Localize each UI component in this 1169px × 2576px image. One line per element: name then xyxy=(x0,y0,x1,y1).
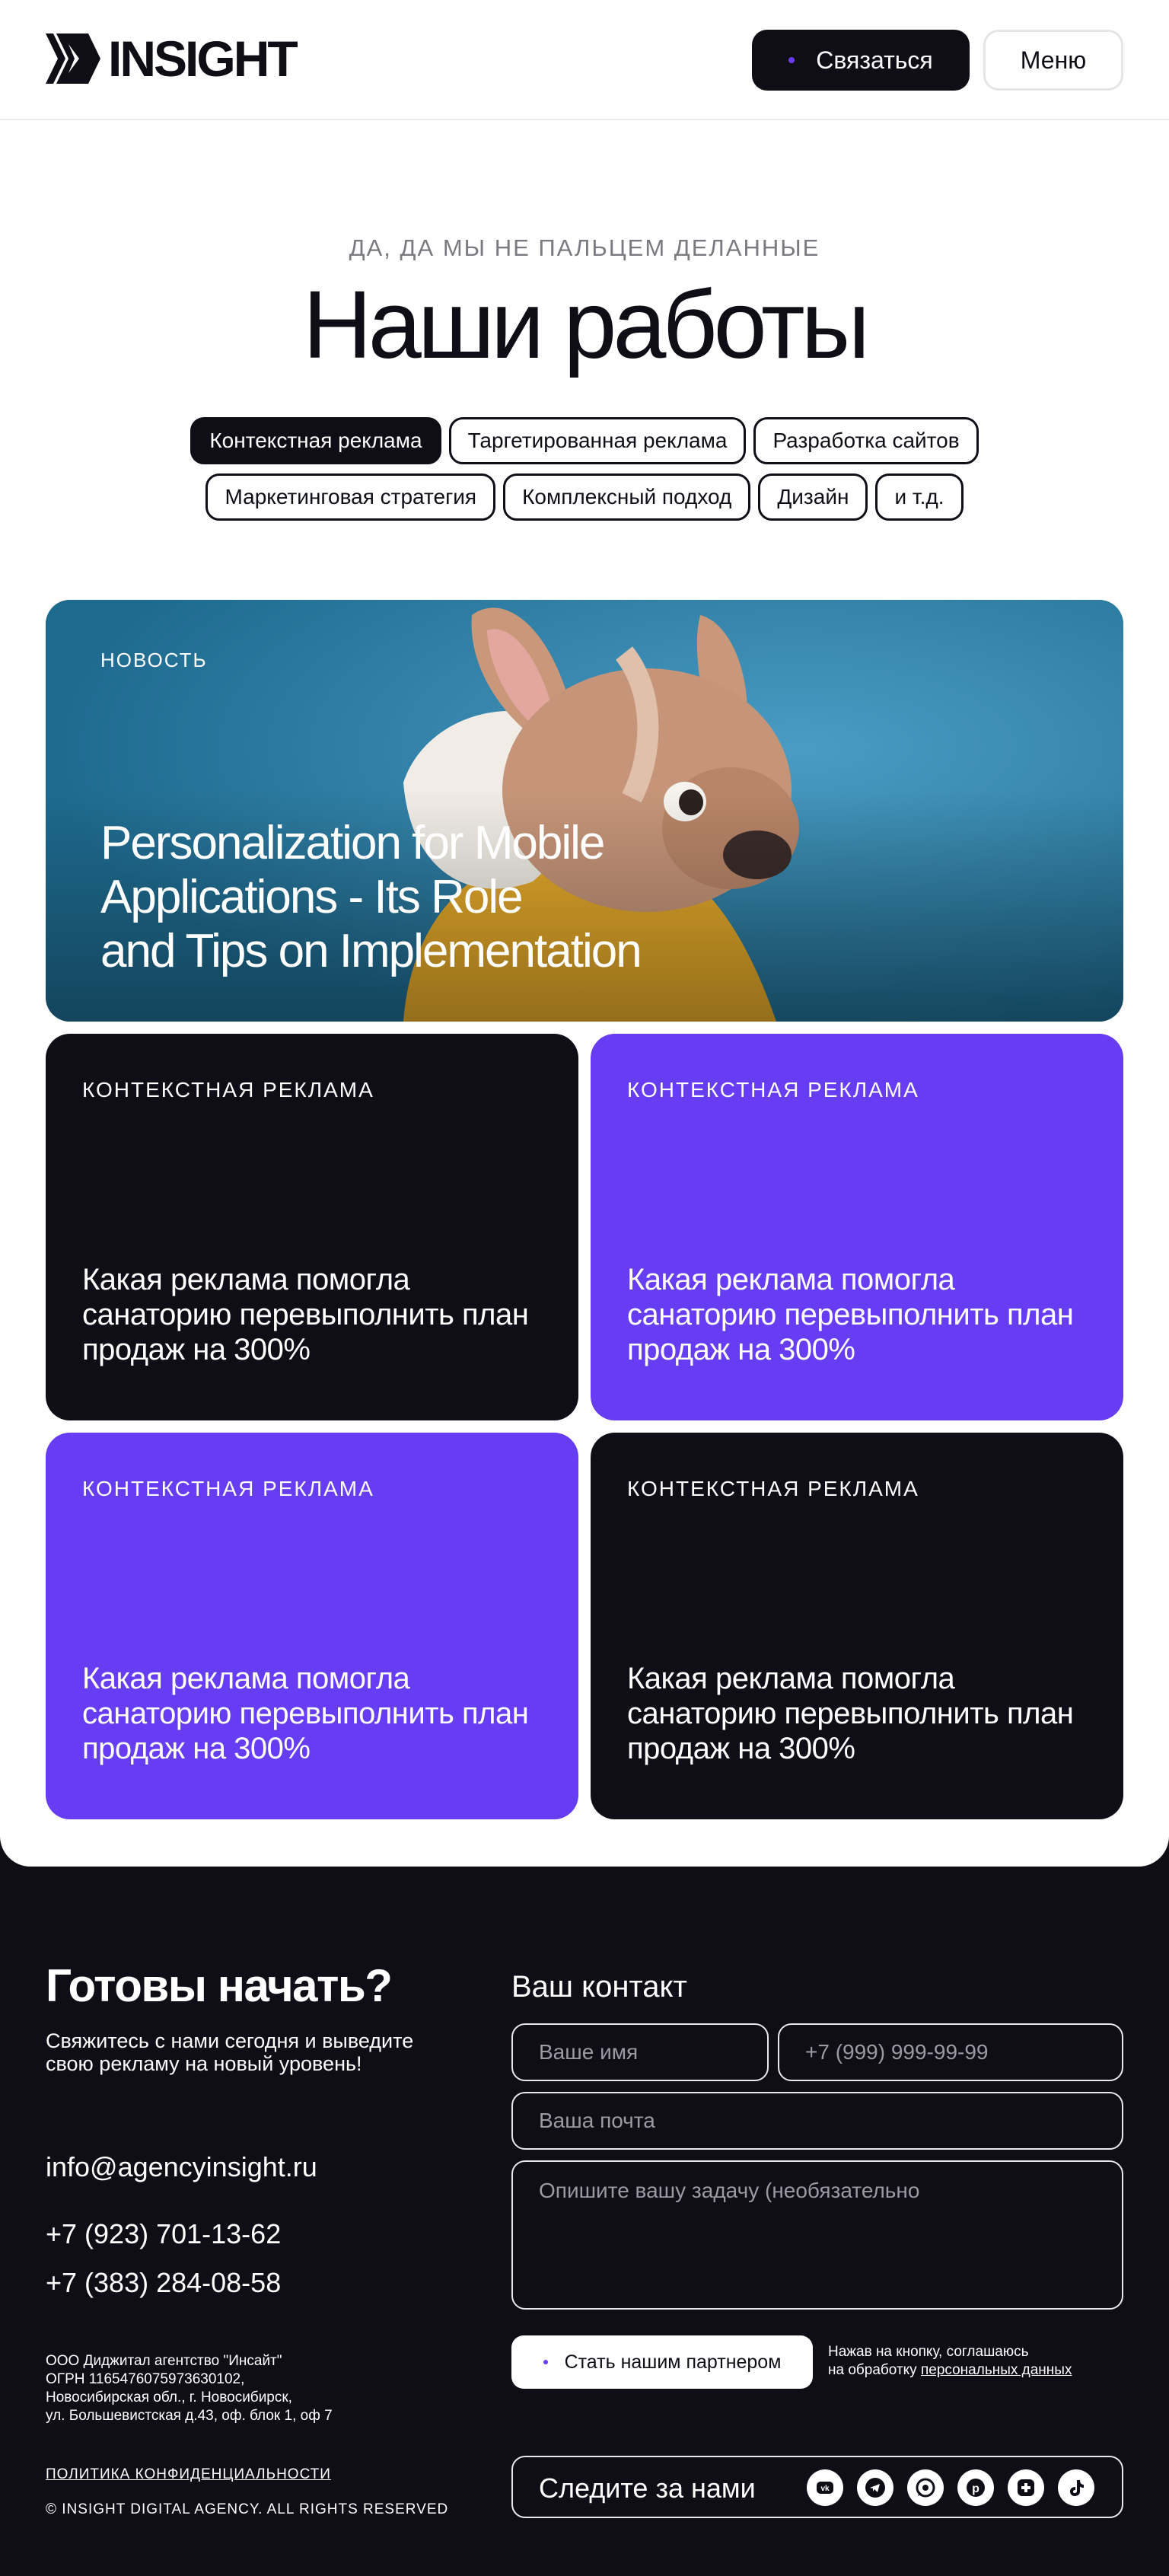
case-card[interactable]: КОНТЕКСТНАЯ РЕКЛАМА Какая реклама помогл… xyxy=(591,1034,1123,1420)
menu-button-label: Меню xyxy=(1020,46,1087,74)
featured-card[interactable]: НОВОСТЬ Personalization for Mobile Appli… xyxy=(46,600,1123,1022)
telegram-glyph xyxy=(865,2478,885,2498)
footer-legal-info: ООО Диджитал агентство "Инсайт" ОГРН 116… xyxy=(46,2352,333,2425)
footer-title: Готовы начать? xyxy=(46,1960,393,2011)
form-title: Ваш контакт xyxy=(511,1970,687,2004)
legal-line: ул. Большевистская д.43, оф. блок 1, оф … xyxy=(46,2408,333,2424)
case-card-title: Какая реклама помогла санаторию перевыпо… xyxy=(82,1662,529,1765)
site-header: INSIGHT Связаться Меню xyxy=(0,0,1169,120)
filter-chip-design[interactable]: Дизайн xyxy=(758,473,868,521)
tiktok-glyph xyxy=(1070,2480,1084,2496)
contact-button-label: Связаться xyxy=(816,46,933,74)
pinterest-glyph: p xyxy=(967,2479,985,2497)
contact-button[interactable]: Связаться xyxy=(752,30,970,91)
filter-chip-etc[interactable]: и т.д. xyxy=(875,473,964,521)
submit-partner-button[interactable]: Стать нашим партнером xyxy=(511,2335,813,2389)
featured-title-line: and Tips on Implementation xyxy=(100,925,642,977)
consent-line-2: на обработку персональных данных xyxy=(828,2361,1072,2380)
vk-icon[interactable]: vk xyxy=(807,2469,843,2506)
page-title: Наши работы xyxy=(302,271,870,378)
logo-text: INSIGHT xyxy=(108,30,298,87)
legal-line: ОГРН 1165476075973630102, xyxy=(46,2371,245,2387)
logo-icon xyxy=(46,33,100,84)
copyright: © INSIGHT DIGITAL AGENCY. ALL RIGHTS RES… xyxy=(46,2501,449,2517)
footer-subtitle: Свяжитесь с нами сегодня и выведите свою… xyxy=(46,2029,414,2075)
whatsapp-glyph xyxy=(916,2478,935,2498)
consent-prefix: на обработку xyxy=(828,2362,917,2378)
social-icons: vk p xyxy=(807,2469,1094,2506)
plus-icon[interactable] xyxy=(1008,2469,1044,2506)
case-card-title: Какая реклама помогла санаторию перевыпо… xyxy=(627,1662,1074,1765)
consent-line: Нажав на кнопку, соглашаюсь xyxy=(828,2344,1029,2360)
tiktok-icon[interactable] xyxy=(1058,2469,1094,2506)
whatsapp-icon[interactable] xyxy=(907,2469,944,2506)
filter-chip-context[interactable]: Контекстная реклама xyxy=(190,417,441,464)
featured-tag: НОВОСТЬ xyxy=(100,649,208,671)
footer-phone-2[interactable]: +7 (383) 284-08-58 xyxy=(46,2267,281,2299)
featured-title-line: Applications - Its Role xyxy=(100,871,524,923)
privacy-policy-link[interactable]: ПОЛИТИКА КОНФИДЕНЦИАЛЬНОСТИ xyxy=(46,2466,331,2483)
task-textarea[interactable] xyxy=(511,2160,1123,2310)
filter-chip-strategy[interactable]: Маркетинговая стратегия xyxy=(205,473,496,521)
pinterest-icon[interactable]: p xyxy=(957,2469,994,2506)
page: INSIGHT Связаться Меню ДА, ДА МЫ НЕ ПАЛЬ… xyxy=(0,0,1169,2576)
social-bar: Следите за нами vk p xyxy=(511,2456,1123,2518)
menu-button[interactable]: Меню xyxy=(983,30,1123,91)
featured-title: Personalization for Mobile Applications … xyxy=(100,816,725,978)
case-card[interactable]: КОНТЕКСТНАЯ РЕКЛАМА Какая реклама помогл… xyxy=(46,1433,578,1819)
legal-line: ООО Диджитал агентство "Инсайт" xyxy=(46,2353,282,2369)
dot-icon xyxy=(543,2360,548,2364)
case-card-tag: КОНТЕКСТНАЯ РЕКЛАМА xyxy=(82,1477,374,1500)
filter-chip-targeted[interactable]: Таргетированная реклама xyxy=(448,417,747,464)
filter-chip-web-dev[interactable]: Разработка сайтов xyxy=(753,417,979,464)
plus-glyph xyxy=(1018,2479,1034,2496)
featured-title-line: Personalization for Mobile xyxy=(100,817,605,869)
consent-text: Нажав на кнопку, соглашаюсь на обработку… xyxy=(828,2343,1072,2380)
filter-chips: Контекстная реклама Таргетированная рекл… xyxy=(0,417,1169,521)
submit-partner-label: Стать нашим партнером xyxy=(564,2351,782,2373)
svg-text:vk: vk xyxy=(820,2485,830,2493)
filter-row-2: Маркетинговая стратегия Комплексный подх… xyxy=(205,473,964,521)
section-eyebrow: ДА, ДА МЫ НЕ ПАЛЬЦЕМ ДЕЛАННЫЕ xyxy=(349,234,820,261)
case-card-tag: КОНТЕКСТНАЯ РЕКЛАМА xyxy=(627,1477,919,1500)
filter-chip-complex[interactable]: Комплексный подход xyxy=(503,473,751,521)
case-card[interactable]: КОНТЕКСТНАЯ РЕКЛАМА Какая реклама помогл… xyxy=(46,1034,578,1420)
vk-glyph: vk xyxy=(817,2482,833,2494)
email-input[interactable] xyxy=(511,2092,1123,2150)
main-section: INSIGHT Связаться Меню ДА, ДА МЫ НЕ ПАЛЬ… xyxy=(0,0,1169,1867)
social-label: Следите за нами xyxy=(539,2472,756,2504)
svg-text:p: p xyxy=(972,2482,979,2495)
case-card-tag: КОНТЕКСТНАЯ РЕКЛАМА xyxy=(627,1078,919,1101)
case-card-title: Какая реклама помогла санаторию перевыпо… xyxy=(627,1263,1074,1366)
phone-input[interactable] xyxy=(778,2023,1123,2081)
case-card-tag: КОНТЕКСТНАЯ РЕКЛАМА xyxy=(82,1078,374,1101)
name-input[interactable] xyxy=(511,2023,769,2081)
legal-line: Новосибирская обл., г. Новосибирск, xyxy=(46,2389,292,2405)
logo[interactable]: INSIGHT xyxy=(46,30,298,87)
telegram-icon[interactable] xyxy=(857,2469,893,2506)
filter-row-1: Контекстная реклама Таргетированная рекл… xyxy=(190,417,979,464)
case-card[interactable]: КОНТЕКСТНАЯ РЕКЛАМА Какая реклама помогл… xyxy=(591,1433,1123,1819)
footer-phone-1[interactable]: +7 (923) 701-13-62 xyxy=(46,2218,281,2250)
case-card-title: Какая реклама помогла санаторию перевыпо… xyxy=(82,1263,529,1366)
footer-email-link[interactable]: info@agencyinsight.ru xyxy=(46,2151,317,2183)
dot-icon xyxy=(788,57,795,63)
personal-data-link[interactable]: персональных данных xyxy=(921,2362,1072,2378)
